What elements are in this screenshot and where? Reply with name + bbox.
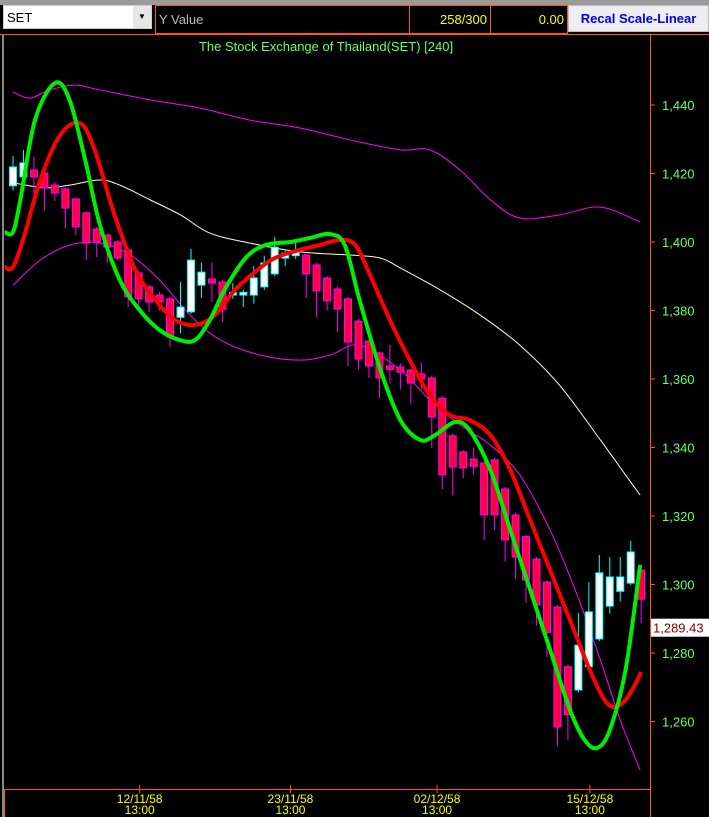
- candle-up: [626, 541, 635, 586]
- candle-body: [207, 278, 216, 284]
- candle-down: [448, 433, 457, 496]
- x-axis-frame: [4, 789, 651, 817]
- candle-down: [333, 286, 342, 333]
- mid-band-line: [15, 179, 641, 496]
- candle-body: [197, 271, 206, 286]
- fast-ma-line: [3, 80, 643, 751]
- y-tick-label: 1,380: [662, 304, 695, 319]
- candle-down: [344, 296, 353, 366]
- candle-body: [344, 298, 353, 343]
- candle-up: [595, 555, 604, 642]
- y-tick-label: 1,360: [662, 372, 695, 387]
- x-tick-time: 13:00: [125, 803, 155, 817]
- candle-body: [406, 369, 415, 384]
- candle-up: [9, 156, 17, 191]
- candle-body: [249, 277, 258, 296]
- candle-body: [595, 572, 604, 640]
- candle-body: [82, 212, 91, 244]
- candle-down: [113, 240, 122, 261]
- upper-band-line: [12, 84, 641, 223]
- last-price-label: 1,289.43: [653, 621, 704, 636]
- candle-down: [469, 447, 478, 475]
- candle-down: [396, 363, 405, 390]
- y-tick-label: 1,300: [662, 578, 695, 593]
- candle-body: [50, 184, 59, 194]
- candle-down: [71, 197, 80, 236]
- candle-body: [312, 264, 321, 292]
- candle-up: [616, 557, 625, 602]
- candle-body: [323, 277, 332, 302]
- candle-up: [605, 557, 614, 614]
- candle-down: [50, 182, 59, 201]
- candle-down: [61, 187, 70, 229]
- candle-body: [176, 306, 185, 318]
- candle-body: [29, 169, 38, 178]
- candle-up: [239, 289, 248, 308]
- candle-body: [480, 462, 489, 516]
- candle-body: [626, 551, 635, 584]
- candle-body: [542, 581, 551, 633]
- y-tick-label: 1,340: [662, 441, 695, 456]
- candle-down: [480, 461, 489, 540]
- lower-band-line: [12, 241, 641, 771]
- candle-body: [61, 188, 70, 209]
- candle-body: [605, 576, 614, 607]
- candle-body: [113, 241, 122, 259]
- candle-down: [406, 368, 415, 404]
- candle-body: [92, 228, 101, 243]
- candle-body: [71, 198, 80, 228]
- x-tick-time: 13:00: [422, 803, 452, 817]
- candle-body: [469, 458, 478, 467]
- candle-down: [82, 211, 91, 261]
- candle-body: [333, 288, 342, 310]
- x-tick-time: 13:00: [275, 803, 305, 817]
- candle-body: [396, 366, 405, 373]
- y-tick-label: 1,440: [662, 98, 695, 113]
- candle-body: [302, 254, 311, 275]
- x-tick-time: 13:00: [575, 803, 605, 817]
- candle-down: [459, 450, 468, 479]
- y-tick-label: 1,260: [662, 715, 695, 730]
- candle-down: [302, 252, 311, 299]
- candle-down: [323, 276, 332, 311]
- candle-down: [92, 226, 101, 258]
- candle-body: [239, 291, 248, 296]
- candle-body: [385, 365, 394, 370]
- y-tick-label: 1,420: [662, 167, 695, 182]
- candle-down: [207, 262, 216, 302]
- candle-up: [197, 262, 206, 298]
- candle-body: [616, 576, 625, 592]
- candle-up: [186, 248, 195, 314]
- y-tick-label: 1,320: [662, 509, 695, 524]
- candle-body: [186, 259, 195, 313]
- candle-body: [448, 435, 457, 468]
- y-tick-label: 1,400: [662, 235, 695, 250]
- candle-body: [459, 451, 468, 469]
- candle-down: [354, 319, 363, 370]
- chart-title: The Stock Exchange of Thailand(SET) [240…: [199, 39, 453, 54]
- candle-body: [354, 320, 363, 360]
- candle-down: [312, 262, 321, 318]
- y-tick-label: 1,280: [662, 646, 695, 661]
- price-chart[interactable]: The Stock Exchange of Thailand(SET) [240…: [0, 0, 709, 817]
- candle-body: [9, 166, 17, 187]
